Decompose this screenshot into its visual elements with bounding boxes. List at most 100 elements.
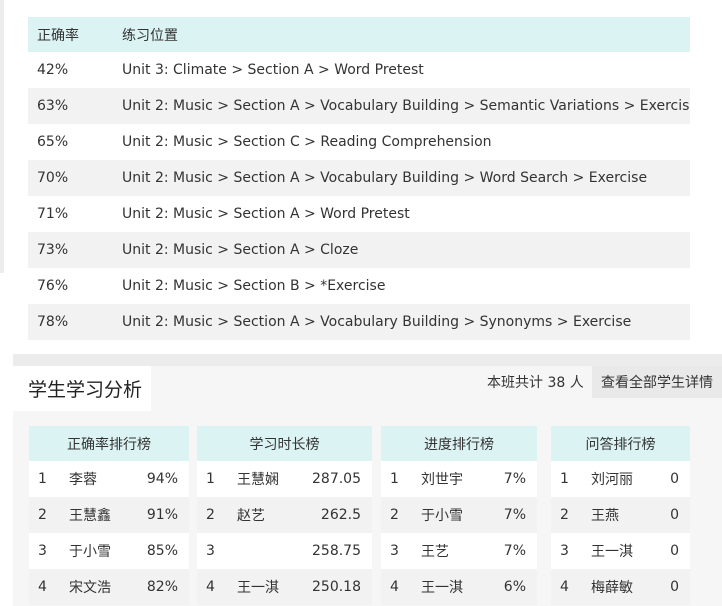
ranking-row[interactable]: 4 梅薛敏 0 <box>551 569 690 605</box>
ranking-row[interactable]: 1 李蓉 94% <box>29 461 189 497</box>
board-title: 学习时长榜 <box>197 426 372 461</box>
ranking-row[interactable]: 3 258.75 <box>197 533 372 569</box>
class-total-count: 本班共计 38 人 <box>487 375 584 391</box>
score: 287.05 <box>312 471 361 487</box>
row-location: Unit 2: Music > Section B > *Exercise <box>122 278 386 294</box>
header-location: 练习位置 <box>122 27 178 44</box>
table-row[interactable]: 63% Unit 2: Music > Section A > Vocabula… <box>28 88 690 124</box>
rank: 2 <box>390 507 399 523</box>
student-name: 王一淇 <box>591 544 633 560</box>
rank: 3 <box>38 543 47 559</box>
header-rate: 正确率 <box>37 27 79 44</box>
row-rate: 42% <box>37 62 69 78</box>
row-location: Unit 2: Music > Section A > Vocabulary B… <box>122 98 690 114</box>
table-row[interactable]: 78% Unit 2: Music > Section A > Vocabula… <box>28 304 690 340</box>
row-location: Unit 2: Music > Section A > Cloze <box>122 242 359 258</box>
student-name: 梅薛敏 <box>591 580 633 596</box>
score: 6% <box>503 579 526 595</box>
score: 262.5 <box>320 507 361 523</box>
ranking-row[interactable]: 1 王慧娴 287.05 <box>197 461 372 497</box>
student-name: 王慧娴 <box>237 472 279 488</box>
table-row[interactable]: 65% Unit 2: Music > Section C > Reading … <box>28 124 690 160</box>
score: 0 <box>670 579 679 595</box>
board-title: 问答排行榜 <box>551 426 690 461</box>
student-name: 刘世宇 <box>421 472 463 488</box>
score: 7% <box>503 471 526 487</box>
board-title: 进度排行榜 <box>381 426 537 461</box>
row-location: Unit 2: Music > Section A > Vocabulary B… <box>122 170 648 186</box>
table-row[interactable]: 73% Unit 2: Music > Section A > Cloze <box>28 232 690 268</box>
row-rate: 63% <box>37 98 69 114</box>
rank: 4 <box>560 579 569 595</box>
error-table: 正确率 练习位置 42% Unit 3: Climate > Section A… <box>28 17 690 340</box>
ranking-row[interactable]: 1 刘世宇 7% <box>381 461 537 497</box>
row-rate: 65% <box>37 134 69 150</box>
student-name: 于小雪 <box>69 544 111 560</box>
score: 7% <box>503 543 526 559</box>
ranking-row[interactable]: 2 赵艺 262.5 <box>197 497 372 533</box>
rank: 3 <box>560 543 569 559</box>
table-row[interactable]: 70% Unit 2: Music > Section A > Vocabula… <box>28 160 690 196</box>
ranking-row[interactable]: 4 宋文浩 82% <box>29 569 189 605</box>
student-name: 宋文浩 <box>69 580 111 596</box>
view-all-students-button[interactable]: 查看全部学生详情 <box>592 366 722 398</box>
row-rate: 78% <box>37 314 69 330</box>
qa-ranking-board: 问答排行榜 1 刘河丽 0 2 王燕 0 3 王一淇 0 4 梅薛敏 0 <box>551 426 690 605</box>
board-title: 正确率排行榜 <box>29 426 189 461</box>
score: 250.18 <box>312 579 361 595</box>
student-name: 刘河丽 <box>591 472 633 488</box>
score: 85% <box>146 543 178 559</box>
analysis-title: 学生学习分析 <box>28 379 143 401</box>
ranking-row[interactable]: 3 于小雪 85% <box>29 533 189 569</box>
rank: 3 <box>206 543 215 559</box>
rank: 2 <box>206 507 215 523</box>
rank: 2 <box>560 507 569 523</box>
table-row[interactable]: 42% Unit 3: Climate > Section A > Word P… <box>28 52 690 88</box>
rank: 4 <box>206 579 215 595</box>
rank: 3 <box>390 543 399 559</box>
score: 91% <box>146 507 178 523</box>
ranking-row[interactable]: 2 王慧鑫 91% <box>29 497 189 533</box>
student-name: 王一淇 <box>421 580 463 596</box>
ranking-row[interactable]: 4 王一淇 250.18 <box>197 569 372 605</box>
ranking-row[interactable]: 3 王一淇 0 <box>551 533 690 569</box>
rank: 4 <box>38 579 47 595</box>
row-location: Unit 3: Climate > Section A > Word Prete… <box>122 62 424 78</box>
score: 0 <box>670 471 679 487</box>
progress-ranking-board: 进度排行榜 1 刘世宇 7% 2 于小雪 7% 3 王艺 7% 4 王一淇 6% <box>381 426 537 605</box>
student-name: 王艺 <box>421 544 449 560</box>
student-name: 赵艺 <box>237 508 265 524</box>
score: 258.75 <box>312 543 361 559</box>
rank: 1 <box>390 471 399 487</box>
student-name: 王慧鑫 <box>69 508 111 524</box>
ranking-row[interactable]: 2 于小雪 7% <box>381 497 537 533</box>
analysis-title-tab[interactable]: 学生学习分析 <box>13 366 151 411</box>
row-rate: 76% <box>37 278 69 294</box>
row-location: Unit 2: Music > Section A > Word Pretest <box>122 206 410 222</box>
row-location: Unit 2: Music > Section A > Vocabulary B… <box>122 314 632 330</box>
table-row[interactable]: 76% Unit 2: Music > Section B > *Exercis… <box>28 268 690 304</box>
rank: 1 <box>206 471 215 487</box>
student-name: 王燕 <box>591 508 619 524</box>
rank: 2 <box>38 507 47 523</box>
table-row[interactable]: 71% Unit 2: Music > Section A > Word Pre… <box>28 196 690 232</box>
error-table-header: 正确率 练习位置 <box>28 17 690 52</box>
rank: 1 <box>560 471 569 487</box>
score: 94% <box>146 471 178 487</box>
left-edge-strip <box>0 0 4 273</box>
ranking-row[interactable]: 4 王一淇 6% <box>381 569 537 605</box>
ranking-row[interactable]: 3 王艺 7% <box>381 533 537 569</box>
row-rate: 71% <box>37 206 69 222</box>
accuracy-ranking-board: 正确率排行榜 1 李蓉 94% 2 王慧鑫 91% 3 于小雪 85% 4 宋文… <box>29 426 189 605</box>
student-name: 于小雪 <box>421 508 463 524</box>
student-name: 李蓉 <box>69 472 97 488</box>
rank: 4 <box>390 579 399 595</box>
section-divider <box>13 354 722 366</box>
rank: 1 <box>38 471 47 487</box>
score: 0 <box>670 507 679 523</box>
row-rate: 73% <box>37 242 69 258</box>
student-name: 王一淇 <box>237 580 279 596</box>
ranking-row[interactable]: 1 刘河丽 0 <box>551 461 690 497</box>
ranking-row[interactable]: 2 王燕 0 <box>551 497 690 533</box>
row-rate: 70% <box>37 170 69 186</box>
